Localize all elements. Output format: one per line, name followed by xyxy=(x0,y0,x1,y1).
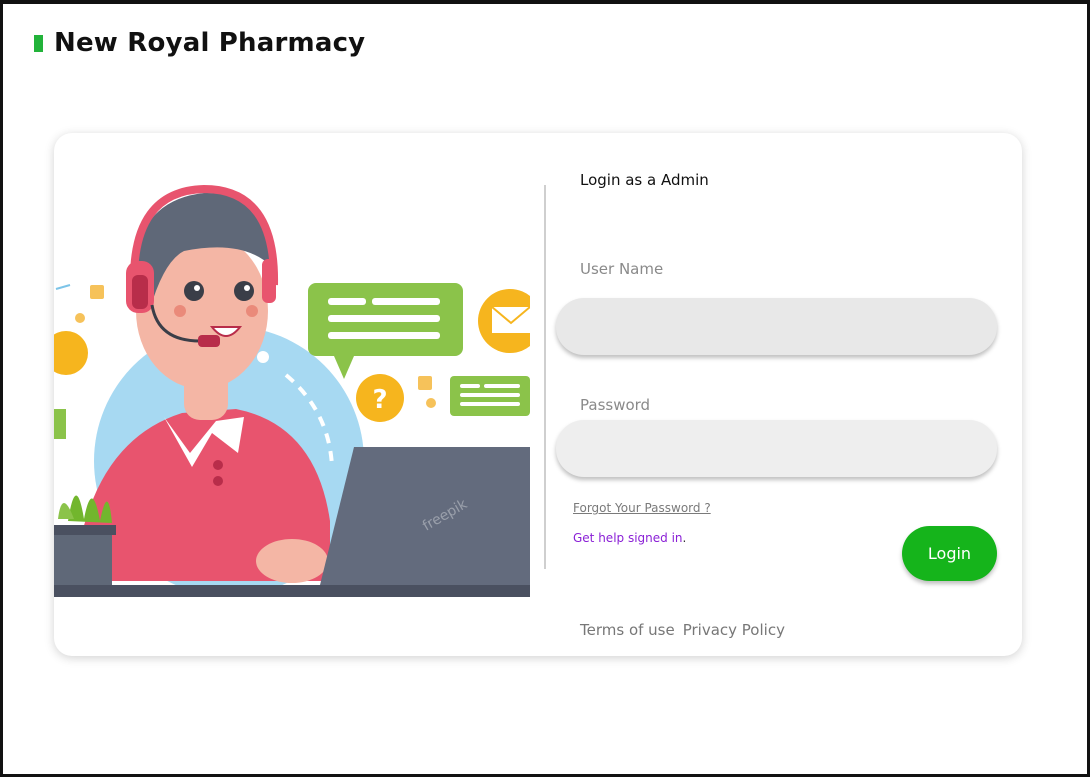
chat-bubble-icon xyxy=(308,283,463,379)
footer-gap xyxy=(675,621,683,639)
vertical-divider xyxy=(544,185,546,569)
brand-mark xyxy=(34,34,43,52)
small-chat-bubble-icon xyxy=(450,376,530,416)
username-input[interactable] xyxy=(556,298,997,355)
privacy-policy-link[interactable]: Privacy Policy xyxy=(683,621,785,639)
deco-dot-icon xyxy=(75,313,85,323)
deco-chat-icon xyxy=(54,409,66,439)
login-button[interactable]: Login xyxy=(902,526,997,581)
username-label: User Name xyxy=(580,260,664,278)
password-input[interactable] xyxy=(556,420,997,477)
login-card: ? freepik Login as a Admin User Name Pas… xyxy=(54,133,1022,656)
deco-ring-icon xyxy=(118,345,138,365)
brand: New Royal Pharmacy xyxy=(34,28,365,58)
deco-square-icon xyxy=(90,285,104,299)
plant-icon xyxy=(54,495,116,585)
deco-arrow-icon xyxy=(55,284,71,290)
deco-square-icon xyxy=(418,376,432,390)
help-suffix: . xyxy=(682,531,687,545)
question-icon: ? xyxy=(356,374,404,422)
support-agent-illustration: ? freepik xyxy=(54,184,530,597)
page-title: New Royal Pharmacy xyxy=(54,28,366,58)
get-help-link[interactable]: Get help signed in xyxy=(573,531,683,545)
help-row: Get help signed in. xyxy=(573,531,686,545)
terms-of-use-link[interactable]: Terms of use xyxy=(580,621,675,639)
deco-dot-icon xyxy=(257,351,269,363)
login-heading: Login as a Admin xyxy=(580,171,709,189)
deco-dot-icon xyxy=(426,398,436,408)
mail-icon xyxy=(478,289,530,353)
svg-text:?: ? xyxy=(372,385,387,415)
deco-bubble-icon xyxy=(54,331,88,375)
footer-links: Terms of use Privacy Policy xyxy=(580,621,785,639)
password-label: Password xyxy=(580,396,651,414)
forgot-password-link[interactable]: Forgot Your Password ? xyxy=(573,501,711,515)
